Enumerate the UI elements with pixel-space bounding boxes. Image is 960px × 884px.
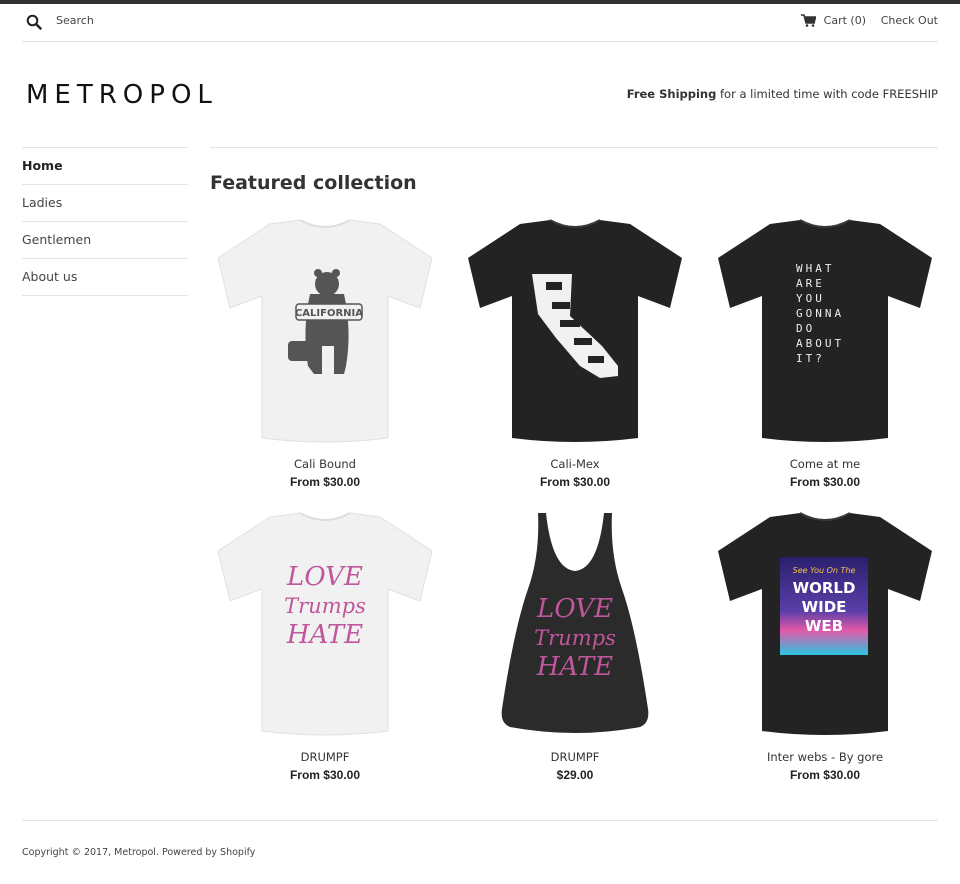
product-price: From $30.00 bbox=[289, 768, 361, 782]
product-image[interactable]: LOVE Trumps HATE bbox=[210, 509, 440, 739]
footer-copyright: Copyright © 2017, Metropol. Powered by S… bbox=[22, 847, 256, 858]
product-price: From $30.00 bbox=[289, 475, 361, 489]
sidebar-item-home[interactable]: Home bbox=[22, 148, 188, 185]
product-graphic-text: YOU bbox=[796, 292, 825, 305]
cart-link[interactable]: Cart (0) bbox=[800, 14, 866, 27]
product-graphic-text: Trumps bbox=[534, 626, 616, 650]
product-graphic-text: CALIFORNIA bbox=[295, 308, 363, 319]
product-name[interactable]: Cali-Mex bbox=[460, 457, 690, 471]
promo-text: for a limited time with code FREESHIP bbox=[716, 87, 938, 101]
product-image[interactable]: WHAT ARE YOU GONNA DO ABOUT IT? bbox=[710, 216, 940, 446]
product-card[interactable]: LOVE Trumps HATE DRUMPF $29.00 bbox=[460, 509, 690, 782]
product-graphic-text: WIDE bbox=[802, 598, 847, 616]
product-name[interactable]: DRUMPF bbox=[210, 750, 440, 764]
main-content: Featured collection CALIFORNIA Cali Boun… bbox=[210, 147, 938, 782]
product-price: From $30.00 bbox=[789, 768, 861, 782]
product-name[interactable]: Inter webs - By gore bbox=[710, 750, 940, 764]
footer-divider bbox=[22, 820, 938, 821]
product-card[interactable]: LOVE Trumps HATE DRUMPF From $30.00 bbox=[210, 509, 440, 782]
product-price: From $30.00 bbox=[789, 475, 861, 489]
product-graphic-text: GONNA bbox=[796, 307, 844, 320]
top-bar: Search Cart (0) Check Out bbox=[22, 4, 938, 42]
product-name[interactable]: Come at me bbox=[710, 457, 940, 471]
product-graphic-text: LOVE bbox=[286, 562, 363, 592]
product-graphic-text: DO bbox=[796, 322, 815, 335]
product-price: $29.00 bbox=[556, 768, 594, 782]
product-graphic-text: LOVE bbox=[536, 594, 613, 624]
cart-label: Cart (0) bbox=[823, 14, 866, 27]
promo-banner: Free Shipping for a limited time with co… bbox=[627, 87, 938, 101]
promo-bold-text: Free Shipping bbox=[626, 87, 717, 101]
checkout-link[interactable]: Check Out bbox=[881, 14, 938, 27]
product-card[interactable]: See You On The WORLD WIDE WEB Inter webs… bbox=[710, 509, 940, 782]
product-graphic-text: IT? bbox=[796, 352, 825, 365]
sidebar-item-about-us[interactable]: About us bbox=[22, 259, 188, 296]
product-graphic-text: ABOUT bbox=[796, 337, 844, 350]
search-icon[interactable] bbox=[26, 14, 42, 30]
section-title: Featured collection bbox=[210, 172, 417, 194]
cart-icon bbox=[800, 14, 816, 27]
product-card[interactable]: Cali-Mex From $30.00 bbox=[460, 216, 690, 489]
sidebar-item-ladies[interactable]: Ladies bbox=[22, 185, 188, 222]
site-logo[interactable]: METROPOL bbox=[26, 80, 218, 110]
product-name[interactable]: Cali Bound bbox=[210, 457, 440, 471]
product-graphic-text: WHAT bbox=[796, 262, 835, 275]
product-card[interactable]: WHAT ARE YOU GONNA DO ABOUT IT? Come at … bbox=[710, 216, 940, 489]
product-graphic-text: HATE bbox=[286, 620, 363, 650]
product-graphic-text: Trumps bbox=[284, 594, 366, 618]
product-image[interactable]: LOVE Trumps HATE bbox=[460, 509, 690, 739]
sidebar-item-gentlemen[interactable]: Gentlemen bbox=[22, 222, 188, 259]
product-card[interactable]: CALIFORNIA Cali Bound From $30.00 bbox=[210, 216, 440, 489]
search-input[interactable]: Search bbox=[56, 14, 94, 27]
product-graphic-text: HATE bbox=[536, 652, 613, 682]
product-graphic-text: ARE bbox=[796, 277, 825, 290]
product-graphic-text: WORLD bbox=[793, 579, 856, 597]
product-image[interactable]: CALIFORNIA bbox=[210, 216, 440, 446]
product-graphic-text: See You On The bbox=[793, 566, 856, 575]
product-image[interactable]: See You On The WORLD WIDE WEB bbox=[710, 509, 940, 739]
product-image[interactable] bbox=[460, 216, 690, 446]
product-price: From $30.00 bbox=[539, 475, 611, 489]
product-graphic-text: WEB bbox=[805, 617, 843, 635]
product-name[interactable]: DRUMPF bbox=[460, 750, 690, 764]
sidebar-nav: Home Ladies Gentlemen About us bbox=[22, 147, 188, 296]
